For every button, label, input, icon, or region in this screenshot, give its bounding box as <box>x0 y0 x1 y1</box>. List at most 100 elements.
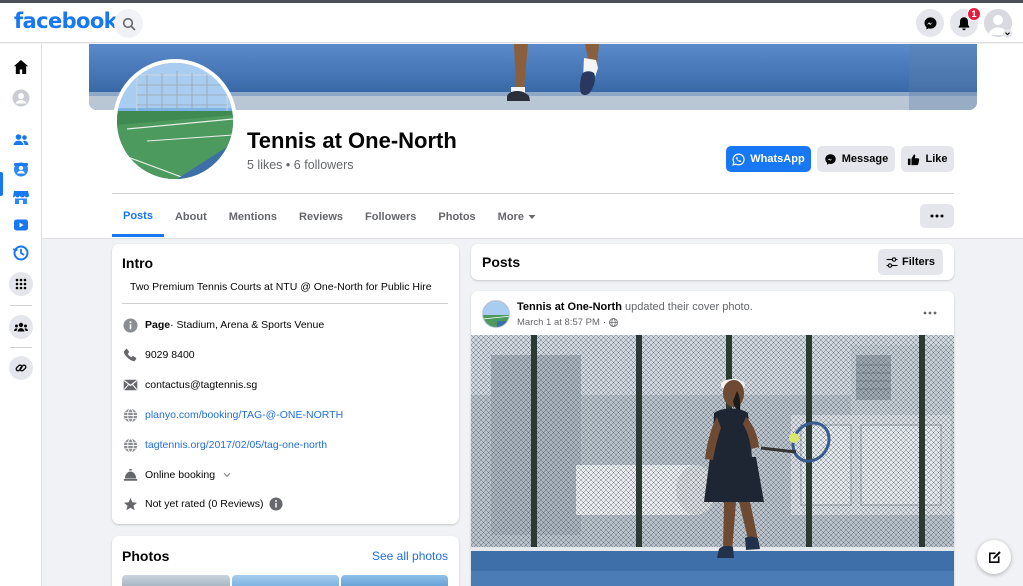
info-icon[interactable] <box>269 497 284 511</box>
whatsapp-label: WhatsApp <box>750 153 805 165</box>
active-nav-indicator <box>0 172 3 196</box>
tab-label: Photos <box>438 211 476 223</box>
groups-icon[interactable] <box>10 158 32 180</box>
filters-button[interactable]: Filters <box>878 249 943 275</box>
post-timestamp[interactable]: March 1 at 8:57 PM <box>517 317 600 328</box>
sliders-icon <box>886 256 898 268</box>
online-booking-label: Online booking <box>145 469 216 481</box>
page-title: Tennis at One-North <box>247 128 457 153</box>
followers-count[interactable]: 6 followers <box>294 158 354 172</box>
tab-reviews[interactable]: Reviews <box>288 203 354 231</box>
filters-label: Filters <box>901 256 935 268</box>
tab-about[interactable]: About <box>164 203 218 231</box>
messenger-icon <box>825 153 836 165</box>
intro-divider <box>122 303 448 304</box>
tab-label: About <box>174 211 207 223</box>
photo-thumbnail[interactable] <box>341 575 448 586</box>
intro-title: Intro <box>122 255 154 271</box>
home-icon[interactable] <box>10 56 32 78</box>
likes-count[interactable]: 5 likes <box>247 158 282 172</box>
website-row-2: tagtennis.org/2017/02/05/tag-one-north <box>122 435 327 455</box>
header-divider <box>112 193 954 194</box>
globe-icon <box>122 437 138 453</box>
category-label: Page <box>145 319 171 331</box>
messenger-button[interactable] <box>916 9 944 37</box>
rating-row: Not yet rated (0 Reviews) <box>122 494 284 514</box>
whatsapp-button[interactable]: WhatsApp <box>726 146 811 172</box>
caret-down-icon <box>528 215 536 219</box>
service-bell-icon <box>122 467 138 483</box>
page-tabs: Posts About Mentions Reviews Followers P… <box>112 203 547 237</box>
email-row: contactus@tagtennis.sg <box>122 375 257 395</box>
tab-mentions[interactable]: Mentions <box>218 203 288 231</box>
friends-icon[interactable] <box>10 129 32 151</box>
tab-posts[interactable]: Posts <box>112 203 164 237</box>
post-meta: March 1 at 8:57 PM · <box>517 317 618 328</box>
tab-label: Mentions <box>228 211 278 223</box>
category-text: · Stadium, Arena & Sports Venue <box>170 319 325 331</box>
tab-photos[interactable]: Photos <box>427 203 486 231</box>
phone-icon <box>122 347 138 363</box>
star-icon <box>122 496 138 512</box>
envelope-icon <box>122 377 138 393</box>
post-cover-photo[interactable] <box>471 335 954 586</box>
tab-more[interactable]: More <box>487 203 547 231</box>
profile-court-image <box>117 63 233 179</box>
photo-thumbnail[interactable] <box>122 575 230 586</box>
profile-icon[interactable] <box>10 87 32 109</box>
website-row-1: planyo.com/booking/TAG-@-ONE-NORTH <box>122 405 343 425</box>
post-action-text: updated their cover photo. <box>621 301 753 313</box>
see-all-photos-link[interactable]: See all photos <box>372 549 448 563</box>
website-link-tagtennis[interactable]: tagtennis.org/2017/02/05/tag-one-north <box>145 439 327 451</box>
globe-icon <box>609 318 618 327</box>
post-header-text: Tennis at One-North updated their cover … <box>517 301 753 313</box>
like-button[interactable]: Like <box>901 146 954 172</box>
phone-row: 9029 8400 <box>122 345 195 365</box>
photo-thumbnail[interactable] <box>232 575 339 586</box>
booking-row[interactable]: Online booking <box>122 465 231 485</box>
left-navigation-rail <box>0 44 42 586</box>
posts-title: Posts <box>482 254 521 270</box>
post-author-avatar[interactable] <box>482 300 510 328</box>
chevron-down-icon <box>223 472 231 478</box>
ellipsis-icon <box>923 311 937 315</box>
photos-title: Photos <box>122 548 170 564</box>
top-navigation-bar: facebook 1 <box>0 3 1023 43</box>
link-icon[interactable] <box>9 356 33 380</box>
post-options-button[interactable] <box>920 306 940 320</box>
email-address[interactable]: contactus@tagtennis.sg <box>145 379 257 391</box>
menu-grid-icon[interactable] <box>9 272 33 296</box>
like-label: Like <box>925 153 948 165</box>
thumbs-up-icon <box>908 153 920 165</box>
post-author-name[interactable]: Tennis at One-North <box>517 301 622 313</box>
tab-followers[interactable]: Followers <box>354 203 427 231</box>
nav-divider <box>10 347 32 348</box>
tab-label: More <box>497 211 524 223</box>
edit-icon <box>988 550 1001 563</box>
website-link-planyo[interactable]: planyo.com/booking/TAG-@-ONE-NORTH <box>145 409 343 421</box>
memories-icon[interactable] <box>10 242 32 264</box>
facebook-logo[interactable]: facebook <box>14 9 118 33</box>
ellipsis-icon <box>930 214 944 218</box>
search-button[interactable] <box>114 9 143 38</box>
message-label: Message <box>841 153 889 165</box>
watch-icon[interactable] <box>10 214 32 236</box>
page-stats: 5 likes • 6 followers <box>247 158 354 172</box>
chevron-down-icon[interactable] <box>1003 29 1012 38</box>
whatsapp-icon <box>732 153 745 166</box>
globe-icon <box>122 407 138 423</box>
category-row: Page · Stadium, Arena & Sports Venue <box>122 315 324 335</box>
compose-message-button[interactable] <box>977 540 1011 574</box>
notification-badge: 1 <box>967 7 981 21</box>
messenger-icon <box>924 16 936 29</box>
meta-separator: · <box>602 317 607 328</box>
tab-label: Reviews <box>299 211 344 223</box>
profile-picture[interactable] <box>113 59 237 183</box>
more-options-button[interactable] <box>920 204 954 228</box>
tab-label: Posts <box>123 209 153 222</box>
message-button[interactable]: Message <box>817 146 895 172</box>
tennis-player-photo <box>471 335 954 586</box>
communities-icon[interactable] <box>9 315 33 339</box>
phone-number[interactable]: 9029 8400 <box>145 349 195 361</box>
marketplace-icon[interactable] <box>10 186 32 208</box>
